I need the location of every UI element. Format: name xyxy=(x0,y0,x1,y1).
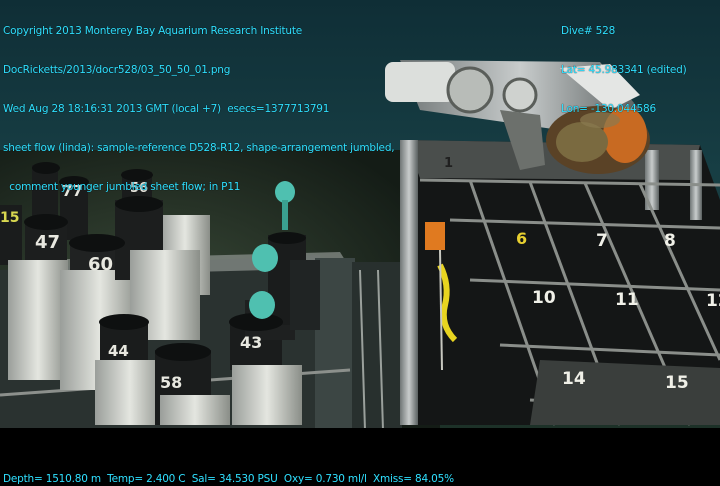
tube-label: 15 xyxy=(0,210,19,226)
crate-label: 8 xyxy=(664,231,676,251)
crate-label: 11 xyxy=(615,290,639,310)
tube-label: 43 xyxy=(240,333,262,352)
image-path-text: DocRicketts/2013/docr528/03_50_50_01.png xyxy=(3,64,231,76)
crate-label: 15 xyxy=(665,373,689,393)
crate-label: 10 xyxy=(532,288,556,308)
timestamp-text: Wed Aug 28 18:16:31 2013 GMT (local +7) … xyxy=(3,103,330,115)
orange-tag xyxy=(425,222,445,250)
annotation-comment-text: comment younger jumbled sheet flow; in P… xyxy=(3,181,241,193)
telemetry-readout: Depth= 1510.80 m Temp= 2.400 C Sal= 34.5… xyxy=(3,473,454,485)
crate-label: 12 xyxy=(706,291,720,311)
annotation-text: sheet flow (linda): sample-reference D52… xyxy=(3,142,395,154)
longitude-text: Lon= -130.044586 xyxy=(561,103,656,115)
tube-label: 60 xyxy=(88,254,113,275)
dive-number-text: Dive# 528 xyxy=(561,25,616,37)
copyright-text: Copyright 2013 Monterey Bay Aquarium Res… xyxy=(3,25,303,37)
latitude-text: Lat= 45.983341 (edited) xyxy=(561,64,687,76)
tube-label: 47 xyxy=(35,232,60,253)
crate-label: 6 xyxy=(516,229,527,248)
crate-label: 7 xyxy=(596,231,608,251)
crate-label: 1 xyxy=(444,156,453,171)
tube-label: 58 xyxy=(160,373,182,392)
metadata-overlay-left: Copyright 2013 Monterey Bay Aquarium Res… xyxy=(3,0,395,207)
tube-label: 44 xyxy=(108,342,129,360)
metadata-overlay-right: Dive# 528 Lat= 45.983341 (edited) Lon= -… xyxy=(561,0,687,129)
crate-label: 14 xyxy=(562,369,586,389)
